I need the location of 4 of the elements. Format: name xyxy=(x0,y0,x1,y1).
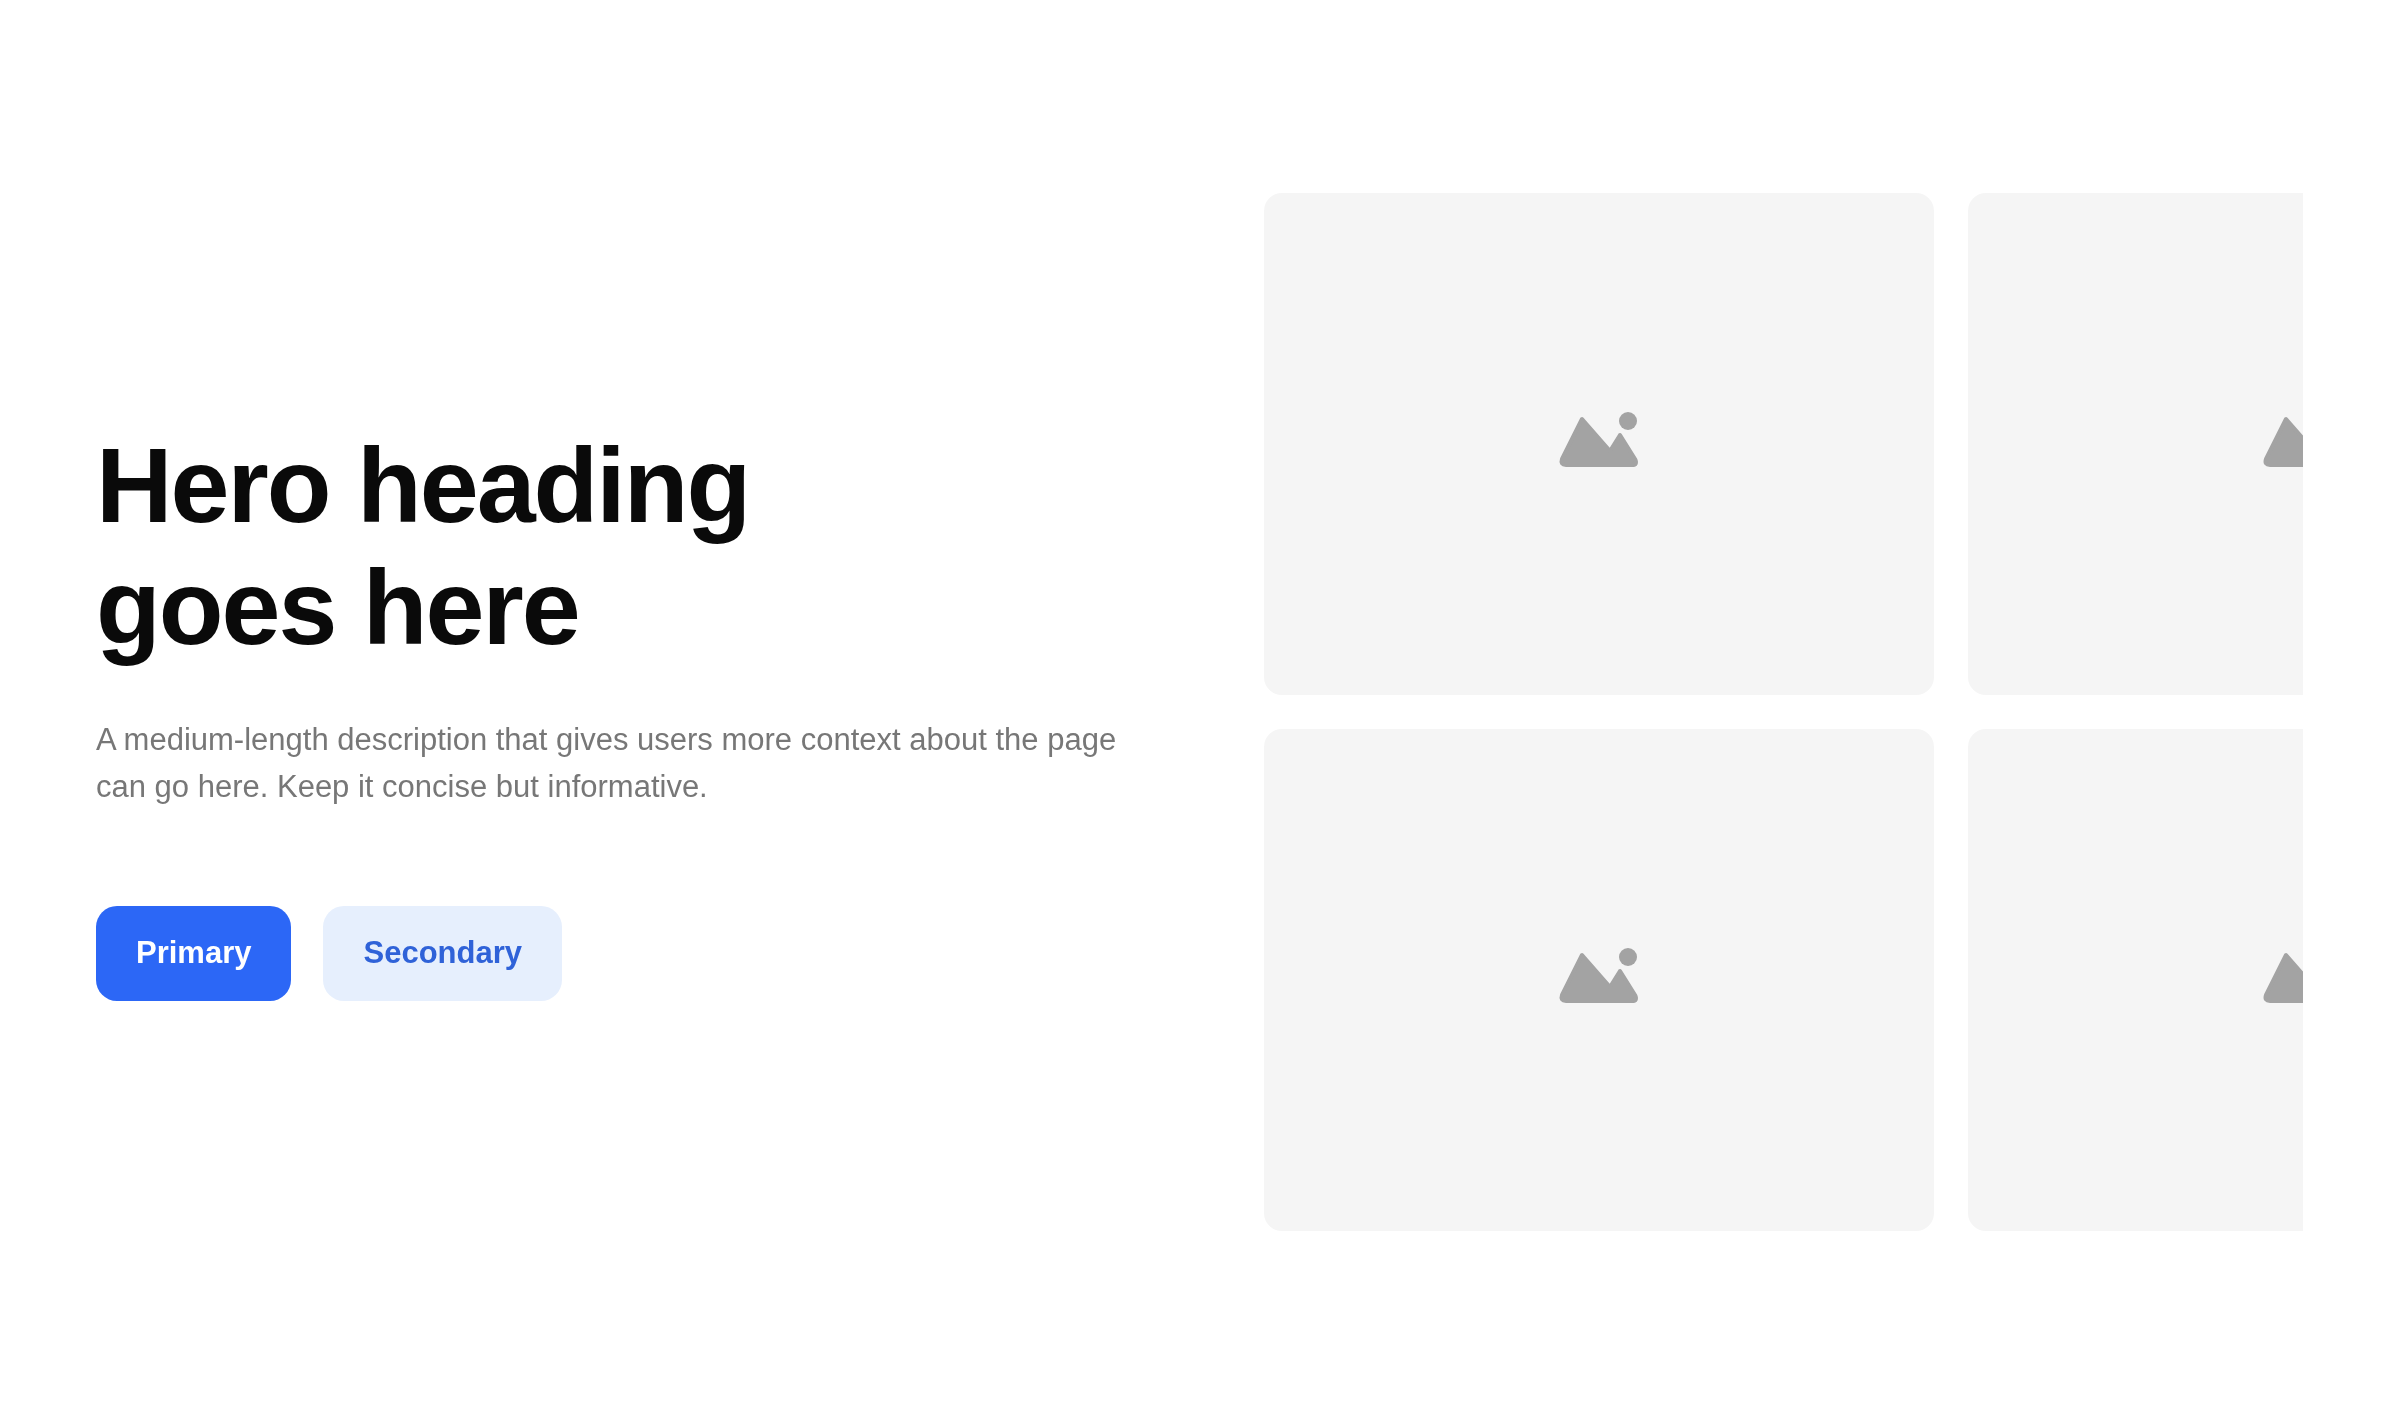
primary-button[interactable]: Primary xyxy=(96,905,292,1001)
hero-heading: Hero heading goes here xyxy=(96,424,751,668)
secondary-button[interactable]: Secondary xyxy=(323,905,562,1001)
hero-description: A medium-length description that gives users more context about the page can go here. Keep it concise but informative. xyxy=(96,720,1118,806)
